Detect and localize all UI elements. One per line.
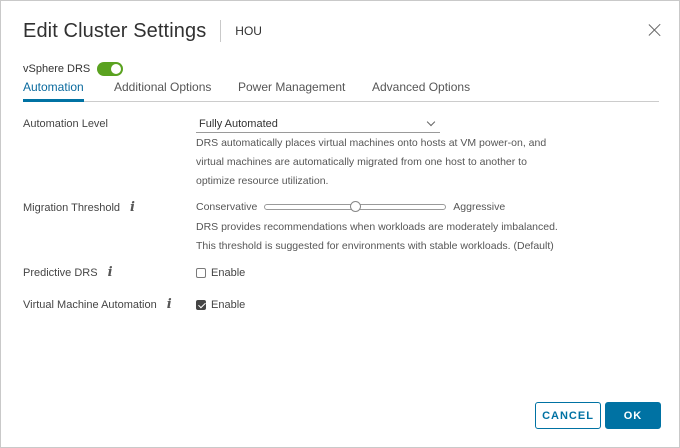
description-line: DRS automatically places virtual machine…	[196, 137, 547, 149]
automation-level-description: DRS automatically places virtual machine…	[196, 134, 546, 191]
info-icon[interactable]: i	[130, 200, 135, 215]
info-icon[interactable]: i	[108, 265, 113, 280]
tab-automation[interactable]: Automation	[23, 78, 84, 102]
ok-button[interactable]: OK	[605, 402, 661, 429]
cancel-button[interactable]: CANCEL	[535, 402, 601, 429]
description-line: optimize resource utilization.	[196, 175, 329, 187]
cluster-name: HOU	[235, 24, 262, 38]
migration-threshold-label: Migration Threshold i	[23, 200, 135, 215]
vm-automation-text: Virtual Machine Automation	[23, 298, 157, 311]
dialog-header: Edit Cluster Settings HOU	[23, 18, 262, 44]
vsphere-drs-row: vSphere DRS	[23, 62, 124, 76]
predictive-drs-checkbox-label: Enable	[211, 267, 246, 279]
vm-automation-checkbox[interactable]	[196, 300, 206, 310]
migration-threshold-slider-row: Conservative Aggressive	[196, 201, 505, 213]
description-line: DRS provides recommendations when worklo…	[196, 221, 558, 233]
description-line: virtual machines are automatically migra…	[196, 156, 527, 168]
vm-automation-label: Virtual Machine Automation i	[23, 297, 172, 312]
predictive-drs-checkbox[interactable]	[196, 268, 206, 278]
info-icon[interactable]: i	[167, 297, 172, 312]
vm-automation-checkbox-label: Enable	[211, 299, 246, 311]
vsphere-drs-toggle[interactable]	[97, 62, 124, 76]
title-divider	[220, 20, 222, 42]
tab-bar: Automation Additional Options Power Mana…	[23, 78, 659, 102]
predictive-drs-label: Predictive DRS i	[23, 265, 113, 280]
description-line: This threshold is suggested for environm…	[196, 240, 554, 252]
automation-level-text: Automation Level	[23, 118, 108, 130]
tab-advanced-options[interactable]: Advanced Options	[372, 78, 470, 102]
toggle-knob	[111, 64, 122, 74]
tab-additional-options[interactable]: Additional Options	[114, 78, 211, 102]
automation-level-value: Fully Automated	[199, 118, 278, 130]
vm-automation-enable: Enable	[196, 299, 245, 311]
slider-thumb[interactable]	[350, 201, 362, 212]
predictive-drs-enable: Enable	[196, 267, 245, 279]
tab-power-management[interactable]: Power Management	[238, 78, 345, 102]
dialog-title: Edit Cluster Settings	[23, 19, 207, 42]
migration-threshold-slider[interactable]	[264, 201, 447, 212]
slider-max-label: Aggressive	[453, 201, 506, 213]
edit-cluster-settings-dialog: Edit Cluster Settings HOU vSphere DRS Au…	[0, 0, 680, 448]
automation-level-select[interactable]: Fully Automated	[196, 117, 440, 133]
migration-threshold-description: DRS provides recommendations when worklo…	[196, 218, 558, 256]
vsphere-drs-label: vSphere DRS	[23, 63, 91, 75]
migration-threshold-text: Migration Threshold	[23, 201, 121, 214]
slider-min-label: Conservative	[196, 201, 258, 213]
close-icon[interactable]	[648, 23, 662, 37]
chevron-down-icon	[426, 117, 436, 127]
predictive-drs-text: Predictive DRS	[23, 266, 98, 279]
automation-level-label: Automation Level	[23, 118, 108, 130]
